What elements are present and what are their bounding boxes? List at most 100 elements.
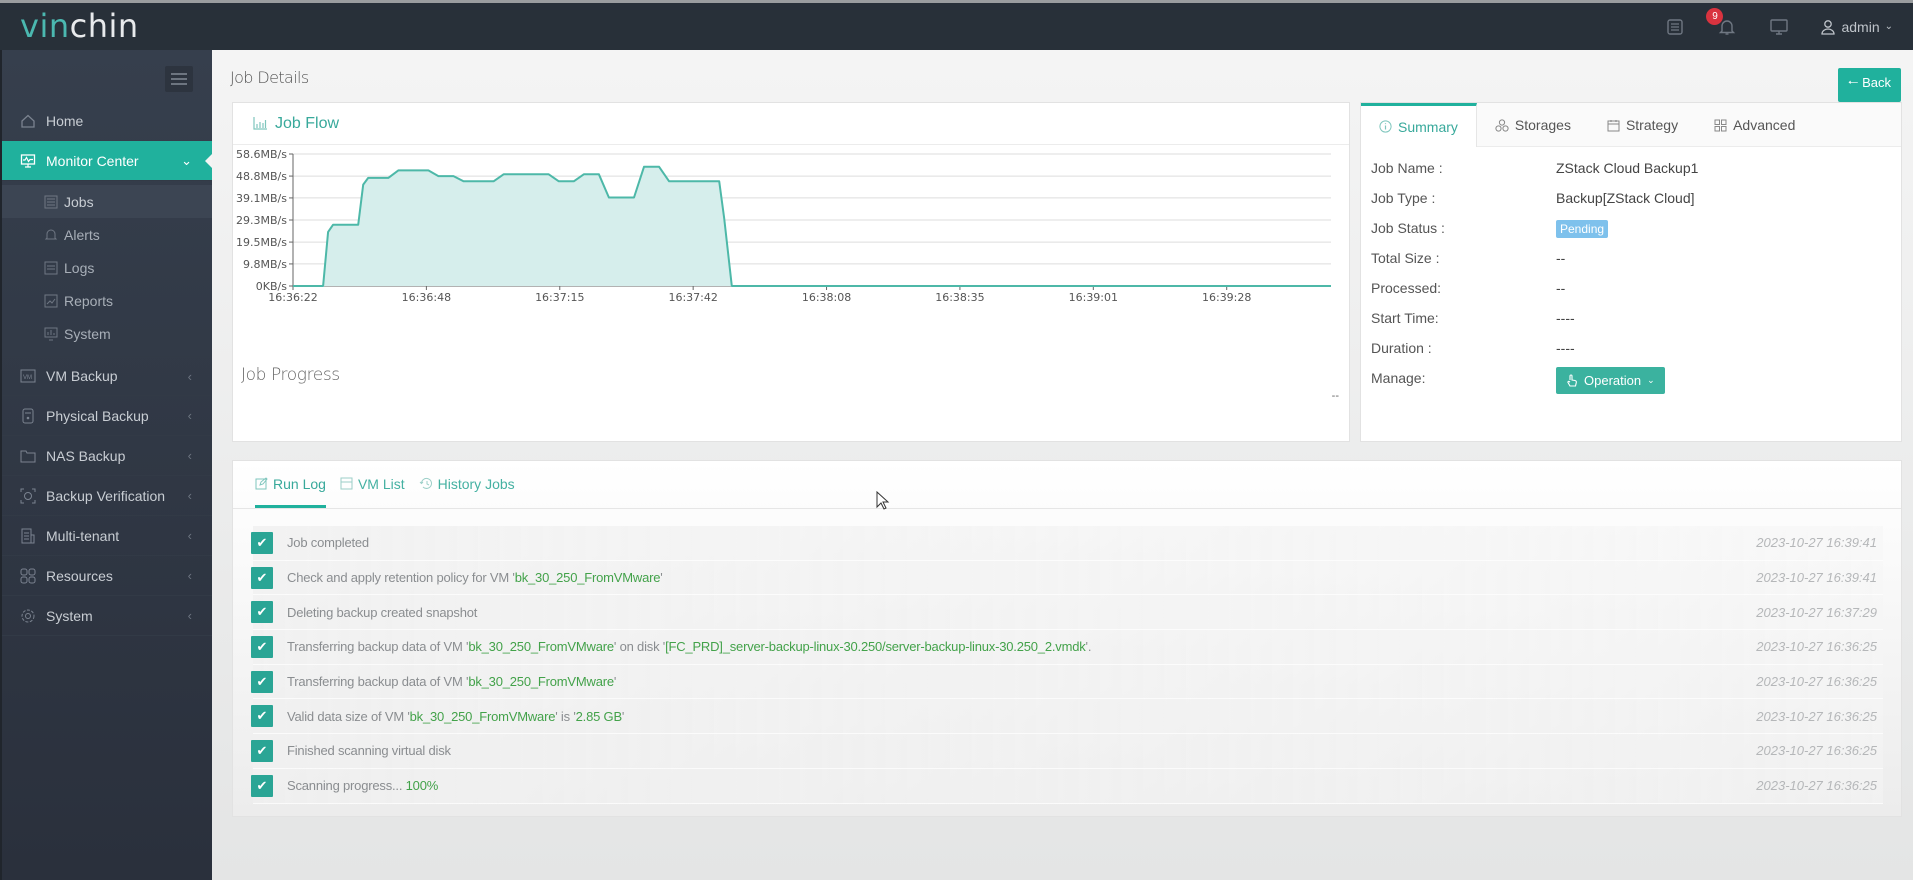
vinchin-logo[interactable]: vinchin: [20, 7, 139, 45]
sidebar-item-backup-verification[interactable]: Backup Verification ‹: [2, 476, 212, 516]
notification-bell[interactable]: 9: [1706, 7, 1738, 38]
check-icon: ✔: [251, 670, 273, 693]
log-highlight: bk_30_250_FromVMware: [468, 639, 614, 655]
tab-summary[interactable]: Summary: [1361, 103, 1477, 147]
sidebar-item-label: Monitor Center: [46, 152, 139, 169]
history-icon: [419, 477, 432, 489]
total-size-value: --: [1556, 250, 1566, 266]
tab-vm-list[interactable]: VM List: [340, 462, 405, 508]
job-type-label: Job Type :: [1371, 190, 1436, 206]
sidebar-item-jobs[interactable]: Jobs: [2, 185, 212, 218]
sidebar-item-resources[interactable]: Resources ‹: [2, 556, 212, 596]
manage-label: Manage:: [1371, 370, 1426, 386]
sidebar-item-label: NAS Backup: [46, 447, 126, 464]
tab-storages[interactable]: Storages: [1477, 103, 1589, 147]
tasks-icon[interactable]: [1664, 16, 1686, 38]
resources-icon: [20, 568, 36, 584]
tab-run-log[interactable]: Run Log: [255, 462, 326, 508]
log-timestamp: 2023-10-27 16:36:25: [1756, 743, 1877, 759]
operation-button[interactable]: Operation ⌄: [1556, 367, 1665, 394]
tab-label: Advanced: [1733, 117, 1796, 133]
status-badge: Pending: [1556, 220, 1609, 238]
jobs-icon: [44, 195, 58, 209]
sidebar-item-alerts[interactable]: Alerts: [2, 218, 212, 251]
system-monitor-icon: [44, 327, 58, 341]
log-timestamp: 2023-10-27 16:36:25: [1756, 639, 1877, 655]
alerts-icon: [44, 228, 58, 242]
log-highlight: bk_30_250_FromVMware: [514, 570, 661, 586]
mouse-cursor: [876, 491, 890, 510]
tab-strategy[interactable]: Strategy: [1589, 103, 1696, 147]
chevron-left-icon: ‹: [187, 448, 192, 463]
user-menu[interactable]: admin ⌄: [1820, 19, 1893, 35]
log-text-part: Finished scanning virtual disk: [287, 743, 451, 759]
y-tick-label: 19.5MB/s: [236, 236, 287, 249]
chevron-left-icon: ‹: [187, 608, 192, 623]
tab-label: History Jobs: [437, 475, 515, 492]
tenant-icon: [20, 528, 36, 544]
page-title: Job Details: [230, 68, 309, 87]
tab-label: Storages: [1514, 117, 1571, 133]
user-icon: [1821, 19, 1836, 35]
x-tick-label: 16:37:42: [668, 291, 717, 304]
monitor-icon[interactable]: [1768, 16, 1790, 38]
start-time-value: ----: [1556, 310, 1575, 326]
check-icon: ✔: [251, 601, 273, 624]
duration-value: ----: [1556, 340, 1575, 356]
job-type-value: Backup[ZStack Cloud]: [1556, 190, 1695, 206]
y-tick-label: 58.6MB/s: [236, 148, 287, 161]
sidebar-item-system[interactable]: System ‹: [2, 596, 212, 636]
hand-pointer-icon: [1567, 374, 1577, 387]
reports-icon: [44, 294, 58, 308]
sidebar-item-logs[interactable]: Logs: [2, 251, 212, 284]
log-row: ✔ Finished scanning virtual disk 2023-10-2…: [251, 734, 1883, 769]
chevron-down-icon: ⌄: [1647, 375, 1655, 385]
log-row: ✔ Scanning progress... 100% 2023-10-27 16:…: [251, 768, 1883, 804]
vm-icon: VM: [20, 368, 36, 384]
chevron-left-icon: ‹: [187, 488, 192, 503]
log-text-part: Deleting backup created snapshot: [287, 604, 478, 620]
log-text-part: Job completed: [287, 535, 369, 551]
summary-panel: Summary Storages Strategy Advanced Job N…: [1360, 102, 1902, 442]
x-tick-label: 16:37:15: [535, 291, 584, 304]
sidebar-item-label: Logs: [64, 259, 95, 276]
log-timestamp: 2023-10-27 16:36:25: [1756, 674, 1877, 690]
log-message: Check and apply retention policy for VM …: [287, 570, 663, 585]
log-timestamp: 2023-10-27 16:39:41: [1756, 570, 1877, 586]
tab-history-jobs[interactable]: History Jobs: [419, 462, 515, 508]
check-icon: ✔: [251, 531, 273, 554]
run-log-panel: Run Log VM List History Jobs ✔ Job comple…: [232, 460, 1902, 817]
check-icon: ✔: [251, 739, 273, 762]
sidebar-item-reports[interactable]: Reports: [2, 284, 212, 317]
physical-icon: [20, 408, 36, 424]
back-button[interactable]: 🠀 Back: [1837, 68, 1901, 102]
sidebar-item-system-monitor[interactable]: System: [2, 317, 212, 350]
log-message: Valid data size of VM 'bk_30_250_FromVMw…: [287, 709, 624, 724]
sidebar-item-label: Resources: [46, 567, 113, 584]
log-row: ✔ Transferring backup data of VM 'bk_30_2…: [251, 664, 1883, 700]
tab-advanced[interactable]: Advanced: [1696, 103, 1813, 147]
menu-toggle-button[interactable]: [165, 66, 193, 92]
sidebar-item-multi-tenant[interactable]: Multi-tenant ‹: [2, 516, 212, 556]
verification-icon: [20, 488, 36, 504]
y-tick-label: 39.1MB/s: [236, 192, 287, 205]
sidebar-item-label: Backup Verification: [46, 487, 166, 504]
processed-label: Processed:: [1371, 280, 1442, 296]
gear-icon: [20, 608, 36, 624]
grid-icon: [1714, 119, 1727, 131]
job-status-label: Job Status :: [1371, 220, 1445, 236]
check-icon: ✔: [251, 635, 273, 658]
sidebar-item-nas-backup[interactable]: NAS Backup ‹: [2, 436, 212, 476]
chevron-down-icon: ⌄: [1884, 21, 1893, 32]
sidebar-item-monitor-center[interactable]: Monitor Center ⌄: [2, 141, 214, 181]
sidebar-item-label: Physical Backup: [46, 407, 149, 424]
sidebar-item-home[interactable]: Home: [2, 101, 212, 141]
x-tick-label: 16:39:28: [1202, 291, 1251, 304]
sidebar-item-label: VM Backup: [46, 368, 118, 384]
sidebar-item-physical-backup[interactable]: Physical Backup ‹: [2, 396, 212, 436]
y-tick-label: 48.8MB/s: [236, 170, 287, 183]
log-text-part: Transferring backup data of VM ': [287, 674, 469, 690]
sidebar-item-vm-backup[interactable]: VM VM Backup ‹: [2, 356, 212, 396]
log-highlight: bk_30_250_FromVMware: [468, 674, 614, 690]
calendar-icon: [1607, 119, 1620, 131]
